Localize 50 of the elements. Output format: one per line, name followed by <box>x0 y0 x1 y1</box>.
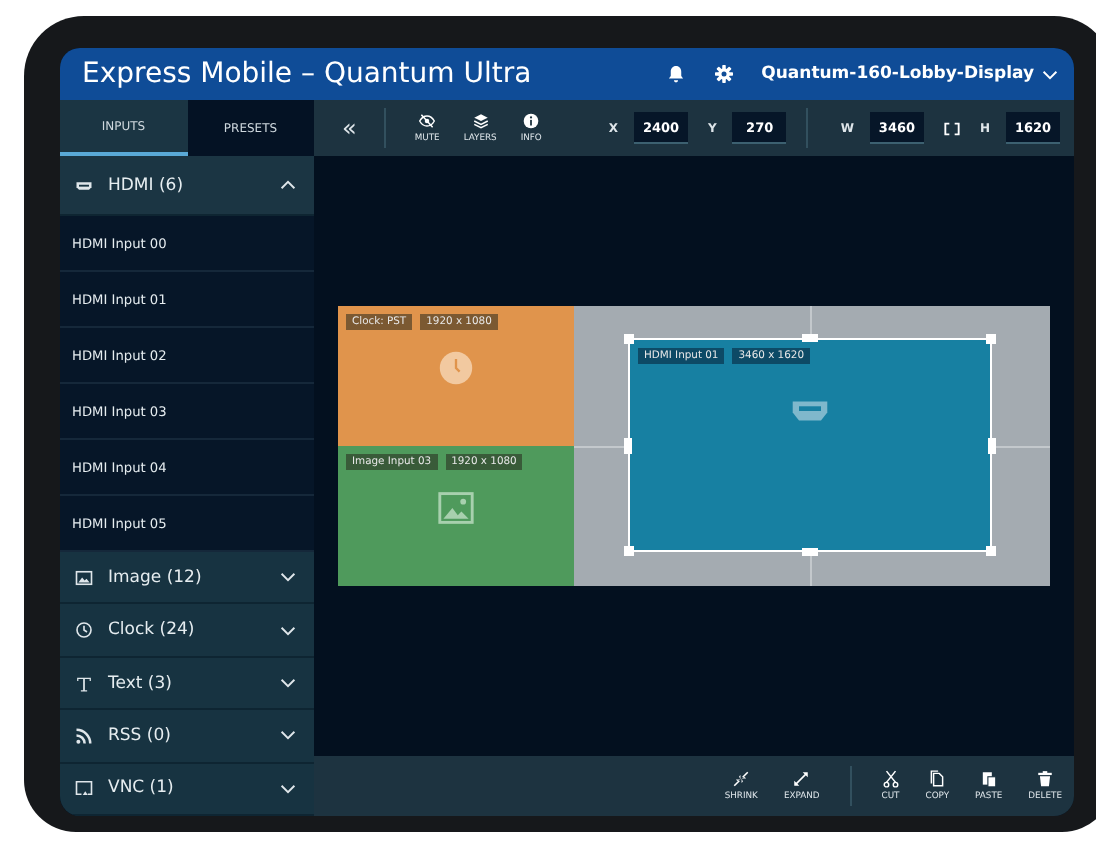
aspect-ratio-icon[interactable] <box>943 121 960 135</box>
category-label: Clock (24) <box>108 620 197 641</box>
resize-handle[interactable] <box>986 546 996 556</box>
chevron-down-icon <box>1042 69 1058 79</box>
chevron-down-icon <box>280 730 296 741</box>
resize-handle[interactable] <box>624 334 634 344</box>
eye-slash-icon <box>418 112 437 130</box>
category-header[interactable]: RSS (0) <box>60 710 314 764</box>
clock-icon <box>74 620 94 641</box>
arrows-in-icon <box>732 770 751 788</box>
category-label: HDMI (6) <box>108 175 186 195</box>
hdmi-port-icon <box>790 400 830 422</box>
category-label: RSS (0) <box>108 725 173 746</box>
copy-icon <box>928 770 947 788</box>
chevron-down-icon <box>280 678 296 689</box>
collapse-button[interactable]: « <box>334 114 365 142</box>
image-icon <box>74 567 94 588</box>
resize-handle[interactable] <box>988 438 996 454</box>
category-header[interactable]: HDMI (6) <box>60 156 314 216</box>
chevron-down-icon <box>280 625 296 636</box>
resize-handle[interactable] <box>802 548 818 556</box>
resize-handle[interactable] <box>986 334 996 344</box>
clock-icon <box>438 350 474 386</box>
chevron-down-icon <box>280 572 296 583</box>
category-header[interactable]: Image (12) <box>60 552 314 605</box>
arrows-out-icon <box>792 770 811 788</box>
resize-handle[interactable] <box>802 334 818 342</box>
category-header[interactable]: Text (3) <box>60 657 314 711</box>
scissors-icon <box>881 770 900 788</box>
category-header[interactable]: VNC (1) <box>60 763 314 816</box>
resize-handle[interactable] <box>624 438 632 454</box>
layers-icon <box>471 112 490 130</box>
app-title: Express Mobile – Quantum Ultra <box>82 58 534 90</box>
paste-icon <box>979 770 998 788</box>
category-label: VNC (1) <box>108 778 176 799</box>
category-label: Text (3) <box>108 673 174 694</box>
resize-handle[interactable] <box>624 546 634 556</box>
device-dropdown[interactable]: Quantum-160-Lobby-Display <box>761 64 1058 84</box>
settings-icon[interactable] <box>713 64 734 84</box>
category-header[interactable]: Clock (24) <box>60 604 314 658</box>
screen-cast-icon <box>74 778 94 799</box>
trash-icon <box>1036 770 1055 788</box>
chevron-down-icon <box>280 783 296 794</box>
rss-icon <box>74 725 94 746</box>
category-label: Image (12) <box>108 567 204 588</box>
text-icon <box>74 673 94 694</box>
info-icon <box>522 112 541 130</box>
chevron-up-icon <box>280 180 296 190</box>
image-icon <box>438 490 474 526</box>
bell-icon[interactable] <box>665 64 686 84</box>
